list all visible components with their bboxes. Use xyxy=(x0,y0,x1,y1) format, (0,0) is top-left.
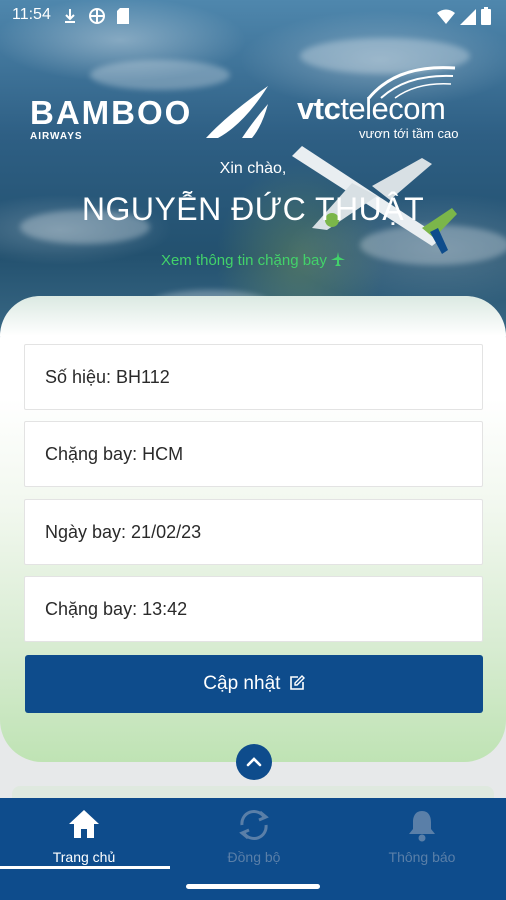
bell-icon xyxy=(409,811,435,842)
nav-notifications[interactable]: Thông báo xyxy=(338,798,506,870)
nav-home-label: Trang chủ xyxy=(52,849,116,865)
nav-home[interactable]: Trang chủ xyxy=(0,798,168,870)
nav-notifications-label: Thông báo xyxy=(388,849,456,865)
vpn-icon xyxy=(89,8,105,24)
update-button-label: Cập nhật xyxy=(203,673,281,694)
status-time: 11:54 xyxy=(12,6,51,23)
signal-icon xyxy=(459,9,476,25)
chevron-up-icon xyxy=(246,757,262,767)
flight-date-field[interactable]: Ngày bay: 21/02/23 xyxy=(24,499,483,565)
nav-sync-label: Đồng bộ xyxy=(227,849,281,865)
active-tab-indicator xyxy=(0,866,170,869)
bamboo-logo-text: BAMBOO xyxy=(30,94,193,131)
edit-icon xyxy=(289,675,305,690)
nav-sync[interactable]: Đồng bộ xyxy=(170,798,338,870)
battery-icon xyxy=(481,7,491,25)
collapse-button[interactable] xyxy=(236,744,272,780)
sync-icon xyxy=(239,810,269,840)
route-field[interactable]: Chặng bay: HCM xyxy=(24,421,483,487)
bamboo-logo-sub: AIRWAYS xyxy=(30,131,83,142)
greeting-text: Xin chào, xyxy=(219,160,287,177)
vtc-logo-vtc: vtc xyxy=(297,91,341,126)
vtc-telecom-logo: vtctelecom vươn tới tầm cao xyxy=(297,66,459,141)
update-button[interactable]: Cập nhật xyxy=(25,655,483,713)
sim-card-icon xyxy=(117,8,129,24)
download-icon xyxy=(65,9,75,23)
bamboo-airways-logo: BAMBOO AIRWAYS xyxy=(30,86,268,142)
flight-number-field[interactable]: Số hiệu: BH112 xyxy=(24,344,483,410)
card-top-edge xyxy=(0,296,506,336)
bottom-nav: Trang chủ Đồng bộ Thông báo xyxy=(0,798,506,870)
gesture-bar-area xyxy=(0,870,506,900)
status-bar: 11:54 xyxy=(0,0,506,32)
vtc-slogan: vươn tới tầm cao xyxy=(359,126,459,141)
vtc-swoosh-icon xyxy=(367,66,456,99)
wifi-icon xyxy=(437,9,456,24)
home-gesture-handle[interactable] xyxy=(186,884,320,889)
flight-info-link[interactable]: Xem thông tin chặng bay xyxy=(0,252,506,269)
user-name: NGUYỄN ĐỨC THUẬT xyxy=(81,191,425,227)
bamboo-leaf-icon xyxy=(206,86,268,138)
plane-icon xyxy=(331,252,346,266)
home-icon xyxy=(69,810,99,838)
flight-info-link-label: Xem thông tin chặng bay xyxy=(160,252,327,269)
flight-time-field[interactable]: Chặng bay: 13:42 xyxy=(24,576,483,642)
status-right xyxy=(437,7,492,30)
